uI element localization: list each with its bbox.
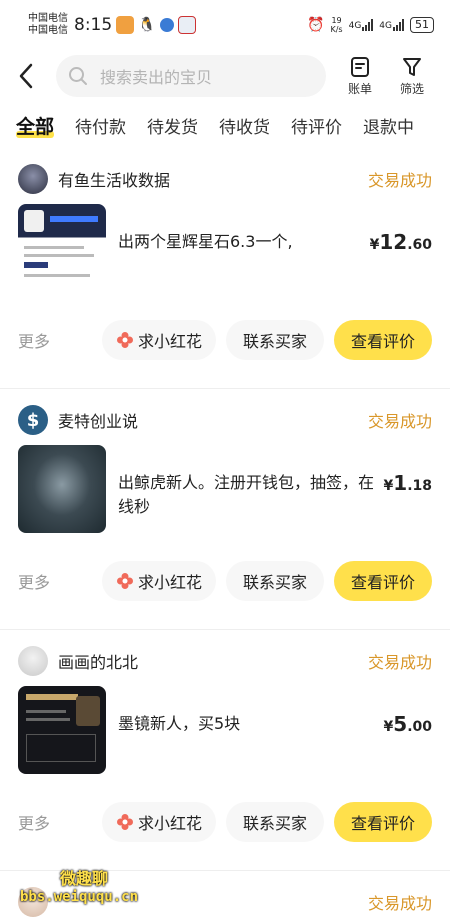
contact-buyer-button[interactable]: 联系买家 bbox=[226, 320, 324, 360]
order-tabs: 全部 待付款 待发货 待收货 待评价 退款中 bbox=[0, 102, 450, 148]
header: 搜索卖出的宝贝 账单 筛选 bbox=[0, 50, 450, 102]
order-status: 交易成功 bbox=[367, 653, 432, 672]
app-notification-icon bbox=[116, 16, 135, 34]
watermark: 微趣聊 bbs.weiququ.cn bbox=[20, 869, 139, 905]
order-card[interactable]: 有鱼生活收数据 交易成功 出两个星辉星石6.3一个, ¥12.60 更多 求小红… bbox=[0, 156, 450, 389]
carrier-info: 中国电信 中国电信 bbox=[28, 13, 68, 37]
view-review-button[interactable]: 查看评价 bbox=[334, 320, 432, 360]
clock: 8:15 bbox=[74, 15, 113, 35]
bill-button[interactable]: 账单 bbox=[340, 56, 380, 97]
net-speed: 19 K/s bbox=[330, 16, 343, 34]
view-review-button[interactable]: 查看评价 bbox=[334, 561, 432, 601]
search-input[interactable]: 搜索卖出的宝贝 bbox=[56, 55, 326, 97]
contact-buyer-button[interactable]: 联系买家 bbox=[226, 802, 324, 842]
signal-1: 4G bbox=[349, 19, 374, 31]
flower-icon bbox=[116, 814, 133, 830]
contact-buyer-button[interactable]: 联系买家 bbox=[226, 561, 324, 601]
more-button[interactable]: 更多 bbox=[18, 569, 50, 593]
product-description[interactable]: 出鲸虎新人。注册开钱包，抽签，在线秒 bbox=[106, 445, 376, 519]
browser-icon bbox=[159, 18, 174, 32]
filter-icon bbox=[403, 57, 421, 76]
alarm-icon: ⏰ bbox=[307, 17, 325, 33]
order-status: 交易成功 bbox=[367, 171, 432, 190]
order-card[interactable]: $ 麦特创业说 交易成功 出鲸虎新人。注册开钱包，抽签，在线秒 ¥1.18 更多… bbox=[0, 397, 450, 630]
view-review-button[interactable]: 查看评价 bbox=[334, 802, 432, 842]
request-flower-button[interactable]: 求小红花 bbox=[102, 802, 216, 842]
tab-pending-shipment[interactable]: 待发货 bbox=[147, 113, 198, 138]
product-description[interactable]: 墨镜新人，买5块 bbox=[106, 686, 376, 736]
order-price: ¥5.00 bbox=[383, 712, 432, 736]
shop-name[interactable]: 画画的北北 bbox=[58, 649, 138, 673]
order-card[interactable]: 画画的北北 交易成功 墨镜新人，买5块 ¥5.00 更多 求小红花 联系买家 查… bbox=[0, 638, 450, 871]
product-thumbnail[interactable] bbox=[18, 445, 106, 533]
product-thumbnail[interactable] bbox=[18, 686, 106, 774]
tab-pending-payment[interactable]: 待付款 bbox=[75, 113, 126, 138]
carrier-1: 中国电信 bbox=[28, 13, 68, 24]
filter-button[interactable]: 筛选 bbox=[392, 56, 432, 97]
more-button[interactable]: 更多 bbox=[18, 810, 50, 834]
shop-avatar[interactable] bbox=[18, 164, 48, 194]
shop-avatar[interactable]: $ bbox=[18, 405, 48, 435]
carrier-2: 中国电信 bbox=[28, 25, 68, 36]
bill-icon bbox=[351, 56, 369, 77]
order-status: 交易成功 bbox=[367, 412, 432, 431]
shop-name[interactable]: 有鱼生活收数据 bbox=[58, 167, 170, 191]
back-button[interactable] bbox=[18, 61, 42, 91]
filter-label: 筛选 bbox=[399, 81, 424, 96]
product-description[interactable]: 出两个星辉星石6.3一个, bbox=[106, 204, 362, 254]
back-arrow-icon bbox=[19, 63, 33, 89]
battery-indicator: 51 bbox=[410, 17, 434, 33]
tab-all[interactable]: 全部 bbox=[16, 112, 55, 139]
order-price: ¥1.18 bbox=[383, 471, 432, 495]
qq-icon: 🐧 bbox=[138, 17, 156, 33]
tab-pending-receipt[interactable]: 待收货 bbox=[219, 113, 270, 138]
signal-bars-icon bbox=[393, 19, 404, 31]
search-placeholder: 搜索卖出的宝贝 bbox=[100, 68, 213, 87]
request-flower-button[interactable]: 求小红花 bbox=[102, 320, 216, 360]
product-thumbnail[interactable] bbox=[18, 204, 106, 292]
signal-bars-icon bbox=[362, 19, 374, 31]
tab-refunding[interactable]: 退款中 bbox=[363, 113, 414, 138]
order-price: ¥12.60 bbox=[369, 230, 432, 254]
status-bar: 中国电信 中国电信 8:15 🐧 ⏰ 19 K/s 4G 4G 51 bbox=[0, 0, 450, 50]
more-button[interactable]: 更多 bbox=[18, 328, 50, 352]
bill-label: 账单 bbox=[347, 81, 372, 96]
tab-pending-review[interactable]: 待评价 bbox=[291, 113, 342, 138]
order-status: 交易成功 bbox=[367, 894, 432, 913]
flower-icon bbox=[116, 573, 133, 589]
flower-icon bbox=[116, 332, 133, 348]
shop-name[interactable]: 麦特创业说 bbox=[58, 408, 138, 432]
game-app-icon bbox=[177, 16, 196, 34]
search-icon bbox=[69, 67, 87, 85]
request-flower-button[interactable]: 求小红花 bbox=[102, 561, 216, 601]
shop-avatar[interactable] bbox=[18, 646, 48, 676]
signal-2: 4G bbox=[379, 19, 404, 31]
